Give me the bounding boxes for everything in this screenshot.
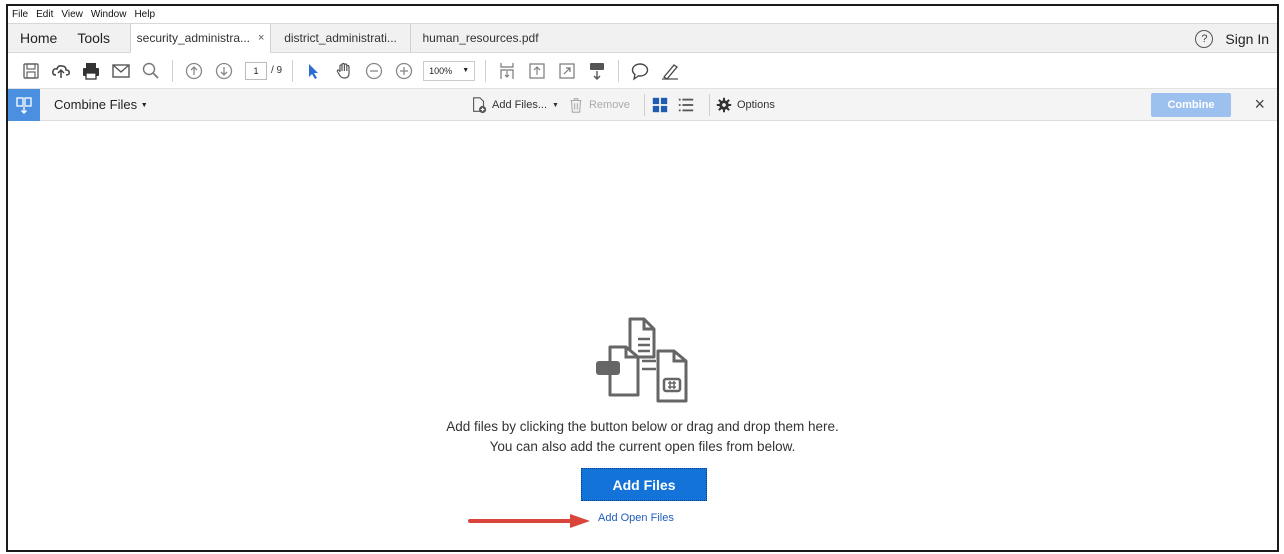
doc-tab-label: human_resources.pdf [422,31,539,45]
drop-zone[interactable]: Add files by clicking the button below o… [8,123,1277,550]
print-icon[interactable] [80,60,102,82]
account-area: ? Sign In [1195,24,1269,54]
add-files-button[interactable]: Add Files [581,468,707,501]
menu-view[interactable]: View [61,9,83,20]
doc-tab-human-resources[interactable]: human_resources.pdf [410,24,550,52]
red-arrow-annotation [468,514,590,528]
menu-edit[interactable]: Edit [36,9,53,20]
toolbar-divider [643,94,645,116]
previous-page-icon[interactable] [183,60,205,82]
search-icon[interactable] [140,60,162,82]
options-button[interactable]: Options [716,97,775,113]
toolbar-divider [292,59,294,82]
fit-page-icon[interactable] [496,60,518,82]
tab-home[interactable]: Home [20,30,57,46]
acrobat-window: File Edit View Window Help Home Tools se… [6,4,1279,552]
add-files-dropdown[interactable]: Add Files... ▼ [470,96,559,114]
select-cursor-icon[interactable] [303,60,325,82]
add-open-files-link[interactable]: Add Open Files [598,512,674,524]
menu-help[interactable]: Help [134,9,155,20]
remove-label: Remove [588,99,630,111]
add-files-label: Add Files... [492,99,548,111]
upload-cloud-icon[interactable] [50,60,72,82]
toolbar-divider [618,59,620,82]
zoom-select[interactable]: 100% ▼ [423,60,476,81]
caret-down-icon: ▼ [552,101,559,109]
chevron-down-icon: ▼ [462,67,470,74]
page-number-input[interactable]: 1 [245,61,267,80]
doc-tab-label: district_administrati... [284,31,397,45]
comment-icon[interactable] [629,60,651,82]
doc-tab-district[interactable]: district_administrati... [270,24,410,52]
menu-bar: File Edit View Window Help [8,6,1277,23]
email-icon[interactable] [110,60,132,82]
combine-title-label: Combine Files [54,97,138,112]
gear-icon [716,97,732,113]
remove-button[interactable]: Remove [567,96,630,114]
doc-tab-label: security_administra... [136,31,251,45]
caret-down-icon: ▼ [140,102,148,109]
menu-window[interactable]: Window [91,9,127,20]
sign-in-link[interactable]: Sign In [1225,31,1269,47]
trash-icon [570,98,582,113]
instruction-line-1: Add files by clicking the button below o… [446,419,839,434]
instruction-line-2: You can also add the current open files … [489,439,796,454]
save-icon[interactable] [20,60,42,82]
hand-tool-icon[interactable] [333,60,355,82]
tab-tools[interactable]: Tools [77,30,110,46]
grid-view-icon[interactable] [651,96,669,114]
main-toolbar: 1 / 9 100% ▼ [8,53,1277,89]
help-icon[interactable]: ? [1195,30,1214,48]
toolbar-divider [485,59,487,82]
combine-files-bar: Combine Files ▼ Add Files... ▼ Remove Op… [8,88,1277,121]
highlight-pen-icon[interactable] [659,60,681,82]
scroll-mode-icon[interactable] [526,60,548,82]
menu-file[interactable]: File [12,9,28,20]
close-icon[interactable]: × [258,32,264,44]
tab-bar: Home Tools security_administra... × dist… [8,23,1277,53]
toolbar-divider [708,94,710,116]
zoom-out-icon[interactable] [363,60,385,82]
page-total: / 9 [271,65,283,76]
close-tool-icon[interactable]: × [1254,94,1265,115]
add-file-icon [473,97,487,114]
options-label: Options [736,99,775,111]
combine-toolbar: Add Files... ▼ Remove Options [470,89,783,121]
combine-files-title[interactable]: Combine Files ▼ [54,97,148,112]
main-tabs: Home Tools [8,24,130,52]
zoom-value: 100% [429,65,453,76]
combine-files-icon [8,88,40,121]
combine-button[interactable]: Combine [1151,93,1231,117]
full-screen-icon[interactable] [556,60,578,82]
files-illustration-icon [596,317,688,403]
toolbar-divider [172,59,173,82]
doc-tab-security[interactable]: security_administra... × [130,24,271,53]
zoom-in-icon[interactable] [393,60,415,82]
keyboard-download-icon[interactable] [586,60,608,82]
list-view-icon[interactable] [677,96,695,114]
next-page-icon[interactable] [213,60,235,82]
